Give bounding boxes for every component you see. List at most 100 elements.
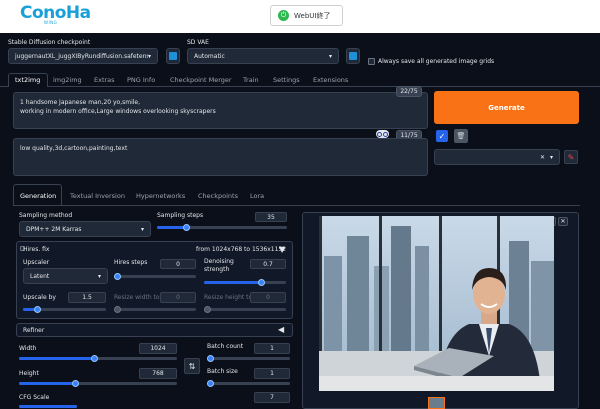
tab-img2img[interactable]: img2img (53, 76, 82, 84)
thumbnail-image[interactable] (428, 397, 445, 409)
batch-count-label: Batch count (207, 343, 244, 350)
webui-exit-button[interactable]: ⏻ WebUI終了 (270, 5, 343, 26)
vae-dropdown[interactable]: Automatic ▾ (187, 48, 339, 64)
batch-size-slider[interactable] (207, 380, 290, 387)
width-label: Width (19, 345, 37, 352)
hires-steps-input[interactable]: 0 (160, 259, 196, 269)
tab-txt2img[interactable]: txt2img (15, 76, 40, 84)
vae-value: Automatic (194, 52, 225, 60)
cfg-scale-slider-start[interactable] (19, 405, 77, 408)
slider-thumb[interactable] (33, 306, 41, 313)
resize-width-label: Resize width to (114, 294, 160, 301)
trash-icon[interactable]: 🗑 (454, 129, 468, 143)
tab-textual-inversion[interactable]: Textual Inversion (70, 192, 125, 200)
sampling-steps-input[interactable]: 35 (255, 212, 287, 222)
hires-fix-title: Hires. fix (23, 246, 50, 253)
batch-size-input[interactable]: 1 (254, 368, 290, 379)
negative-prompt-textarea[interactable]: low quality,3d,cartoon,painting,text (13, 138, 428, 176)
tab-generation[interactable]: Generation (20, 192, 56, 200)
resize-height-label: Resize height to (204, 294, 253, 301)
cfg-scale-input[interactable]: 7 (254, 392, 290, 403)
clear-icon[interactable]: ✕ (540, 154, 545, 161)
sampling-steps-label: Sampling steps (157, 212, 204, 219)
slider-thumb[interactable] (207, 380, 214, 387)
checkpoint-value: juggernautXL_juggXIByRundiffusion.safete… (15, 52, 148, 60)
expand-triangle-icon[interactable]: ◀ (278, 325, 284, 334)
height-slider[interactable] (19, 380, 177, 387)
refiner-label: Refiner (23, 327, 45, 334)
tab-settings[interactable]: Settings (273, 76, 300, 84)
resize-height-input[interactable]: 0 (250, 292, 286, 303)
checkpoint-label: Stable Diffusion checkpoint (8, 39, 91, 46)
chevron-down-icon: ▾ (140, 225, 144, 233)
prompt-textarea[interactable]: 1 handsome Japanese man,20 yo,smile, wor… (13, 92, 428, 129)
generate-button[interactable]: Generate (434, 91, 579, 124)
tab-extensions[interactable]: Extensions (313, 76, 348, 84)
upscale-by-input[interactable]: 1.5 (68, 292, 106, 303)
styles-dropdown[interactable]: ✕ ▾ (434, 149, 560, 165)
upscaler-value: Latent (30, 272, 50, 280)
prompt-line-2: working in modern office,Large windows o… (20, 108, 216, 115)
resize-width-input[interactable]: 0 (160, 292, 196, 303)
chevron-down-icon: ▾ (147, 52, 151, 60)
chevron-down-icon: ▾ (328, 52, 332, 60)
tab-png-info[interactable]: PNG Info (127, 76, 155, 84)
batch-count-input[interactable]: 1 (254, 343, 290, 354)
slider-thumb[interactable] (257, 279, 265, 286)
width-slider[interactable] (19, 355, 177, 362)
sampling-steps-slider[interactable] (157, 224, 287, 231)
check-icon[interactable]: ✓ (436, 130, 448, 142)
refresh-vae-button[interactable] (346, 48, 360, 64)
slider-thumb[interactable] (207, 355, 214, 362)
webui-exit-label: WebUI終了 (294, 11, 331, 20)
prompt-line-1: 1 handsome Japanese man,20 yo,smile, (20, 99, 141, 106)
tab-train[interactable]: Train (243, 76, 259, 84)
resize-width-slider[interactable] (114, 306, 196, 313)
sampling-method-label: Sampling method (19, 212, 73, 219)
denoising-label: Denoising strength (204, 258, 234, 273)
sampling-method-dropdown[interactable]: DPM++ 2M Karras ▾ (19, 221, 151, 237)
height-input[interactable]: 768 (139, 368, 177, 379)
chevron-down-icon: ▾ (549, 153, 553, 161)
refresh-checkpoint-button[interactable] (166, 48, 180, 64)
denoising-slider[interactable] (204, 279, 286, 286)
prompt-token-counter: 22/75 (396, 86, 422, 97)
upscale-by-slider[interactable] (23, 306, 106, 313)
batch-size-label: Batch size (207, 368, 238, 375)
tabs-divider (0, 86, 600, 87)
tab-checkpoints[interactable]: Checkpoints (198, 192, 238, 200)
batch-count-slider[interactable] (207, 355, 290, 362)
upscale-by-label: Upscale by (23, 294, 56, 301)
collapse-triangle-icon[interactable]: ▼ (279, 245, 285, 254)
conoha-logo-sub: WING (44, 20, 58, 25)
slider-thumb[interactable] (114, 306, 121, 313)
refresh-icon (169, 52, 177, 60)
tab-extras[interactable]: Extras (94, 76, 115, 84)
tab-checkpoint-merger[interactable]: Checkpoint Merger (170, 76, 232, 84)
save-grids-label: Always save all generated image grids (378, 58, 495, 65)
slider-thumb[interactable] (114, 273, 121, 280)
upscaler-dropdown[interactable]: Latent ▾ (23, 268, 108, 284)
width-input[interactable]: 1024 (139, 343, 177, 354)
slider-thumb[interactable] (204, 306, 211, 313)
power-icon: ⏻ (278, 10, 289, 21)
tab-hypernetworks[interactable]: Hypernetworks (136, 192, 185, 200)
hires-steps-slider[interactable] (114, 273, 196, 280)
save-grids-checkbox[interactable] (368, 58, 375, 65)
refiner-panel (16, 323, 293, 337)
tab-lora[interactable]: Lora (250, 192, 264, 200)
close-icon[interactable]: ✕ (558, 217, 568, 226)
vae-label: SD VAE (187, 39, 209, 46)
resize-height-slider[interactable] (204, 306, 286, 313)
subtabs-divider (13, 205, 580, 206)
height-label: Height (19, 370, 39, 377)
denoising-input[interactable]: 0.7 (250, 259, 286, 269)
swap-dimensions-icon[interactable]: ⇅ (184, 358, 200, 374)
token-toggle-icon[interactable] (376, 130, 389, 138)
hires-steps-label: Hires steps (114, 259, 148, 266)
brush-icon[interactable]: ✎ (564, 150, 578, 164)
checkpoint-dropdown[interactable]: juggernautXL_juggXIByRundiffusion.safete… (8, 48, 158, 64)
generated-image[interactable] (319, 216, 554, 391)
chevron-down-icon: ▾ (97, 272, 101, 280)
sampling-method-value: DPM++ 2M Karras (26, 225, 82, 233)
